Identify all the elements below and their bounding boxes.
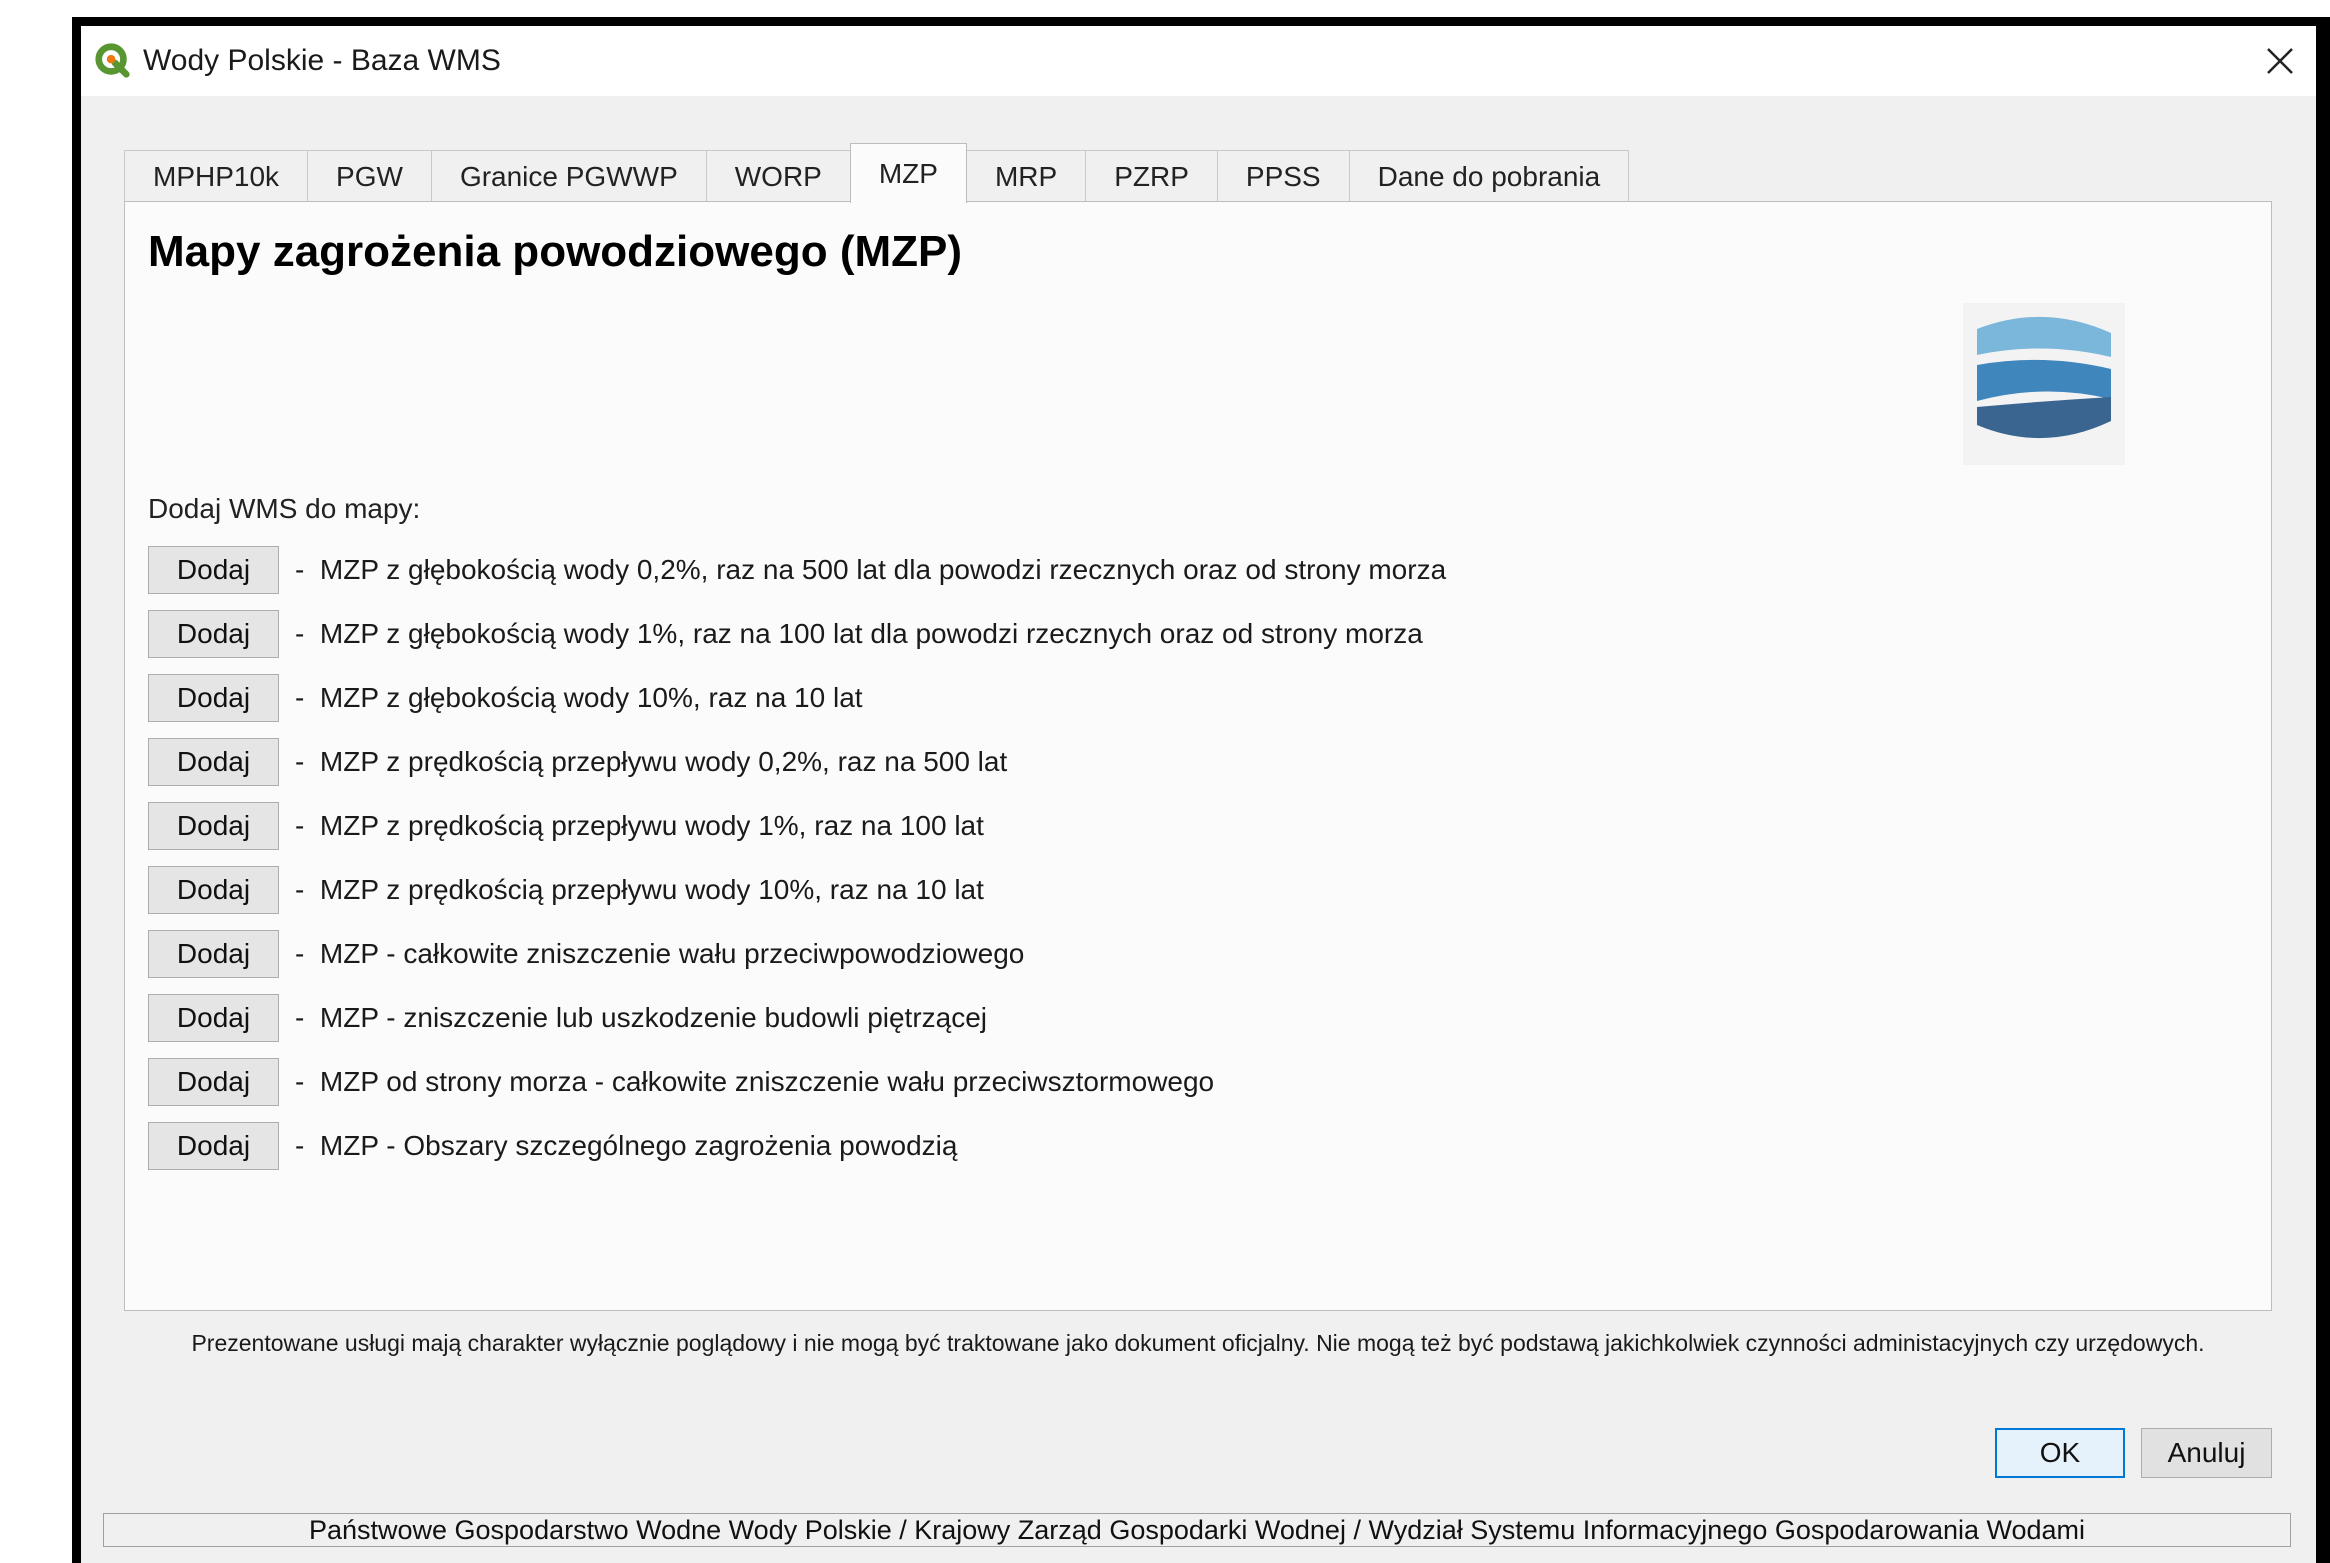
layer-description: - MZP - zniszczenie lub uszkodzenie budo… <box>295 1002 987 1034</box>
footer-status: Państwowe Gospodarstwo Wodne Wody Polski… <box>103 1513 2291 1547</box>
close-icon <box>2267 48 2293 74</box>
row-dash: - <box>295 554 305 585</box>
layer-label: MZP od strony morza - całkowite zniszcze… <box>319 1066 1215 1097</box>
layer-label: MZP z prędkością przepływu wody 1%, raz … <box>319 810 984 841</box>
layer-row: Dodaj - MZP z głębokością wody 10%, raz n… <box>148 666 1446 730</box>
add-layer-button[interactable]: Dodaj <box>148 546 279 594</box>
add-layer-button[interactable]: Dodaj <box>148 1058 279 1106</box>
tab-mphp10k[interactable]: MPHP10k <box>124 150 309 202</box>
wody-polskie-logo <box>1963 303 2125 465</box>
layer-description: - MZP z głębokością wody 1%, raz na 100 … <box>295 618 1423 650</box>
layer-description: - MZP z prędkością przepływu wody 10%, r… <box>295 874 984 906</box>
layer-row: Dodaj - MZP - Obszary szczególnego zagroż… <box>148 1114 1446 1178</box>
layer-row: Dodaj - MZP z prędkością przepływu wody 1… <box>148 794 1446 858</box>
tab-pzrp[interactable]: PZRP <box>1085 150 1218 202</box>
add-layer-button[interactable]: Dodaj <box>148 994 279 1042</box>
disclaimer-text: Prezentowane usługi mają charakter wyłąc… <box>191 1330 2205 1356</box>
row-dash: - <box>295 810 305 841</box>
ok-button[interactable]: OK <box>1995 1428 2125 1478</box>
layer-row: Dodaj - MZP - całkowite zniszczenie wału … <box>148 922 1446 986</box>
logo-wave-middle <box>1977 359 2111 401</box>
tab-dane-do-pobrania[interactable]: Dane do pobrania <box>1348 150 1630 202</box>
row-dash: - <box>295 1066 305 1097</box>
add-layer-button[interactable]: Dodaj <box>148 738 279 786</box>
layer-row: Dodaj - MZP od strony morza - całkowite z… <box>148 1050 1446 1114</box>
add-layer-button[interactable]: Dodaj <box>148 866 279 914</box>
layer-description: - MZP z prędkością przepływu wody 1%, ra… <box>295 810 984 842</box>
row-dash: - <box>295 1002 305 1033</box>
tab-bar: MPHP10k PGW Granice PGWWP WORP MZP MRP PZRP PPS… <box>124 143 1630 203</box>
close-button[interactable] <box>2255 36 2305 86</box>
layer-label: MZP z głębokością wody 10%, raz na 10 la… <box>319 682 863 713</box>
logo-wave-bottom <box>1977 397 2111 439</box>
tab-ppss[interactable]: PPSS <box>1216 150 1350 202</box>
cancel-button[interactable]: Anuluj <box>2141 1428 2272 1478</box>
row-dash: - <box>295 938 305 969</box>
layer-description: - MZP - Obszary szczególnego zagrożenia … <box>295 1130 957 1162</box>
row-dash: - <box>295 682 305 713</box>
layer-label: MZP - całkowite zniszczenie wału przeciw… <box>319 938 1025 969</box>
window-title: Wody Polskie - Baza WMS <box>143 44 501 77</box>
row-dash: - <box>295 874 305 905</box>
layer-description: - MZP z prędkością przepływu wody 0,2%, … <box>295 746 1007 778</box>
layer-row: Dodaj - MZP - zniszczenie lub uszkodzenie… <box>148 986 1446 1050</box>
layer-row: Dodaj - MZP z prędkością przepływu wody 0… <box>148 730 1446 794</box>
layer-row: Dodaj - MZP z głębokością wody 1%, raz na… <box>148 602 1446 666</box>
row-dash: - <box>295 618 305 649</box>
layer-description: - MZP - całkowite zniszczenie wału przec… <box>295 938 1024 970</box>
tab-mzp[interactable]: MZP <box>849 143 967 203</box>
add-layer-button[interactable]: Dodaj <box>148 674 279 722</box>
page-title: Mapy zagrożenia powodziowego (MZP) <box>148 227 962 276</box>
layer-label: MZP z głębokością wody 0,2%, raz na 500 … <box>319 554 1447 585</box>
qgis-icon <box>95 43 130 78</box>
layer-description: - MZP z głębokością wody 0,2%, raz na 50… <box>295 554 1446 586</box>
layer-label: MZP z prędkością przepływu wody 10%, raz… <box>319 874 984 905</box>
layer-label: MZP - Obszary szczególnego zagrożenia po… <box>319 1130 958 1161</box>
add-layer-button[interactable]: Dodaj <box>148 802 279 850</box>
logo-wave-top <box>1977 316 2111 357</box>
add-layer-button[interactable]: Dodaj <box>148 610 279 658</box>
layer-description: - MZP z głębokością wody 10%, raz na 10 … <box>295 682 863 714</box>
layer-row: Dodaj - MZP z prędkością przepływu wody 1… <box>148 858 1446 922</box>
layer-label: MZP - zniszczenie lub uszkodzenie budowl… <box>319 1002 988 1033</box>
row-dash: - <box>295 746 305 777</box>
add-layer-button[interactable]: Dodaj <box>148 1122 279 1170</box>
add-wms-label: Dodaj WMS do mapy: <box>148 493 421 524</box>
tab-worp[interactable]: WORP <box>705 150 851 202</box>
layer-label: MZP z głębokością wody 1%, raz na 100 la… <box>319 618 1423 649</box>
tab-granice-pgwwp[interactable]: Granice PGWWP <box>430 150 707 202</box>
tab-pgw[interactable]: PGW <box>307 150 432 202</box>
layer-label: MZP z prędkością przepływu wody 0,2%, ra… <box>319 746 1008 777</box>
layer-description: - MZP od strony morza - całkowite zniszc… <box>295 1066 1214 1098</box>
row-dash: - <box>295 1130 305 1161</box>
layer-list: Dodaj - MZP z głębokością wody 0,2%, raz … <box>148 538 1446 1178</box>
layer-row: Dodaj - MZP z głębokością wody 0,2%, raz … <box>148 538 1446 602</box>
add-layer-button[interactable]: Dodaj <box>148 930 279 978</box>
tab-mrp[interactable]: MRP <box>965 150 1087 202</box>
